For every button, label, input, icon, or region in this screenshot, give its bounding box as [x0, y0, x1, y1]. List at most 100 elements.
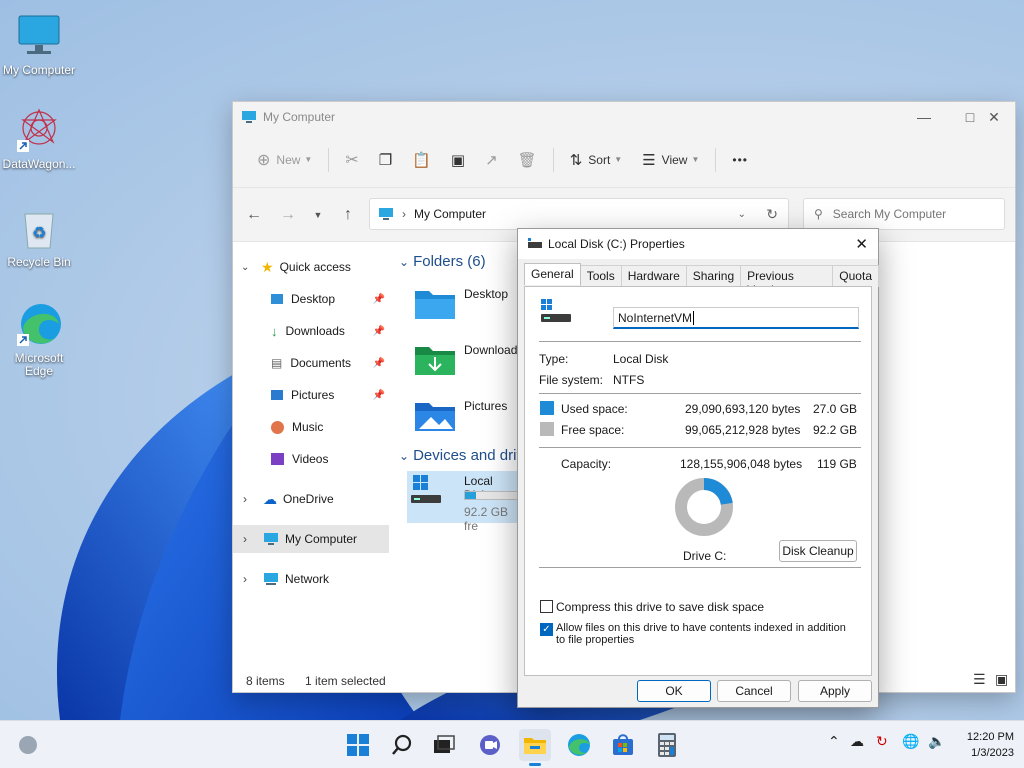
- sync-alert-icon[interactable]: ↻: [876, 733, 888, 750]
- explorer-titlebar[interactable]: My Computer: [233, 102, 1015, 132]
- close-button[interactable]: ✕: [971, 102, 1017, 132]
- chevron-right-icon: ›: [243, 572, 247, 586]
- details-view-icon[interactable]: ☰: [973, 671, 986, 688]
- new-button[interactable]: ⊕ New ▼: [247, 144, 322, 176]
- pin-icon[interactable]: 📌: [373, 390, 385, 401]
- pin-icon[interactable]: 📌: [373, 326, 385, 337]
- index-checkbox[interactable]: ✓: [540, 623, 553, 636]
- minimize-button[interactable]: —: [901, 102, 947, 132]
- desktop-icon-datawagon[interactable]: DataWagon...: [1, 106, 77, 171]
- calculator-icon: [658, 733, 676, 757]
- divider: [539, 341, 861, 342]
- globe-icon[interactable]: 🌐: [902, 733, 919, 750]
- dialog-titlebar[interactable]: Local Disk (C:) Properties ✕: [518, 229, 878, 259]
- forward-button[interactable]: →: [271, 206, 305, 224]
- address-bar[interactable]: › My Computer ⌄ ↻: [369, 198, 789, 230]
- tab-previous-versions[interactable]: Previous Versions: [740, 265, 834, 297]
- ok-button[interactable]: OK: [637, 680, 711, 702]
- chevron-right-icon: ›: [243, 492, 247, 506]
- edge-taskbar-button[interactable]: [563, 729, 595, 761]
- command-bar: ⊕ New ▼ ✂ ❐ 📋 ▣ ↗ 🗑 ⇅ Sort ▼ ☰ View ▼ ••…: [233, 132, 1015, 188]
- view-button[interactable]: ☰ View ▼: [632, 144, 709, 176]
- disk-cleanup-button[interactable]: Disk Cleanup: [779, 540, 857, 562]
- folders-group-header[interactable]: ⌄ Folders (6): [399, 253, 486, 270]
- folder-tile-desktop[interactable]: Desktop: [413, 283, 523, 327]
- nav-onedrive[interactable]: › ☁ OneDrive: [233, 485, 389, 513]
- monitor-icon: [264, 533, 278, 545]
- refresh-icon[interactable]: ↻: [766, 206, 778, 223]
- index-label: Allow files on this drive to have conten…: [556, 622, 846, 646]
- free-space-bytes: 99,065,212,928 bytes: [685, 423, 801, 437]
- store-button[interactable]: [607, 729, 639, 761]
- back-button[interactable]: ←: [237, 206, 271, 224]
- download-icon: ↓: [271, 323, 278, 339]
- compress-checkbox[interactable]: [540, 600, 553, 613]
- pin-icon[interactable]: 📌: [373, 294, 385, 305]
- chevron-down-icon[interactable]: ⌄: [738, 209, 746, 220]
- chat-icon: [480, 735, 500, 755]
- chevron-down-icon: ▼: [614, 155, 623, 164]
- share-button[interactable]: ↗: [475, 144, 508, 176]
- search-button[interactable]: [386, 729, 418, 761]
- desktop-icon-my-computer[interactable]: My Computer: [1, 12, 77, 77]
- desktop-icon-edge[interactable]: Microsoft Edge: [1, 300, 77, 378]
- close-icon[interactable]: ✕: [855, 235, 868, 253]
- tab-sharing[interactable]: Sharing: [685, 265, 742, 287]
- desktop-icon-recycle-bin[interactable]: ♻ Recycle Bin: [1, 204, 77, 269]
- nav-videos[interactable]: Videos: [233, 445, 389, 473]
- weather-icon: [19, 736, 37, 754]
- tab-hardware[interactable]: Hardware: [620, 265, 687, 287]
- monitor-icon: [15, 12, 63, 60]
- type-label: Type:: [539, 352, 569, 366]
- cut-button[interactable]: ✂: [335, 144, 368, 176]
- tab-general[interactable]: General: [524, 263, 581, 285]
- system-clock[interactable]: 12:20 PM 1/3/2023: [967, 729, 1014, 761]
- search-icon: ⚲: [814, 207, 823, 221]
- drive-tile-local-disk[interactable]: Local Disk 92.2 GB fre: [407, 471, 519, 533]
- paste-button[interactable]: 📋: [402, 144, 441, 176]
- recent-locations-button[interactable]: ▼: [305, 210, 331, 220]
- rename-button[interactable]: ▣: [441, 144, 475, 176]
- nav-pictures[interactable]: Pictures 📌: [233, 381, 389, 409]
- more-options-button[interactable]: •••: [722, 144, 758, 176]
- volume-icon[interactable]: 🔈: [928, 733, 945, 750]
- network-disconnected-icon[interactable]: ☁: [850, 733, 864, 750]
- calculator-button[interactable]: [651, 729, 683, 761]
- nav-network[interactable]: › Network: [233, 565, 389, 593]
- nav-music[interactable]: Music: [233, 413, 389, 441]
- volume-name-input[interactable]: NoInternetVM: [613, 307, 859, 329]
- pin-icon[interactable]: 📌: [373, 358, 385, 369]
- nav-my-computer[interactable]: › My Computer: [233, 525, 389, 553]
- copy-button[interactable]: ❐: [369, 144, 402, 176]
- taskbar: ⌃ ☁ ↻ 🌐 🔈 12:20 PM 1/3/2023: [0, 720, 1024, 768]
- up-button[interactable]: ↑: [331, 206, 365, 224]
- start-button[interactable]: [342, 729, 374, 761]
- chevron-up-icon[interactable]: ⌃: [828, 733, 840, 750]
- task-view-button[interactable]: [428, 729, 460, 761]
- toolbar-separator: [552, 147, 554, 172]
- sort-button[interactable]: ⇅ Sort ▼: [560, 144, 633, 176]
- windows-drive-icon: [541, 299, 571, 322]
- search-input[interactable]: ⚲ Search My Computer: [803, 198, 1005, 230]
- nav-desktop[interactable]: Desktop 📌: [233, 285, 389, 313]
- nav-downloads[interactable]: ↓ Downloads 📌: [233, 317, 389, 345]
- tab-tools[interactable]: Tools: [579, 265, 622, 287]
- folder-tile-downloads[interactable]: Download: [413, 339, 523, 383]
- tiles-view-icon[interactable]: ▣: [995, 671, 1008, 688]
- used-space-gb: 27.0 GB: [813, 402, 858, 416]
- tab-quota[interactable]: Quota: [832, 265, 879, 287]
- cancel-button[interactable]: Cancel: [717, 680, 791, 702]
- drive-usage-fill: [465, 492, 477, 499]
- delete-button[interactable]: 🗑: [508, 144, 547, 176]
- widgets-button[interactable]: [12, 729, 44, 761]
- file-explorer-taskbar-button[interactable]: [519, 729, 551, 766]
- nav-quick-access[interactable]: ⌄ ★ Quick access: [233, 253, 389, 281]
- filesystem-label: File system:: [539, 373, 604, 387]
- folder-tile-pictures[interactable]: Pictures: [413, 395, 523, 439]
- devices-group-header[interactable]: ⌄ Devices and driv: [399, 447, 524, 464]
- search-icon: [392, 734, 412, 755]
- chat-button[interactable]: [474, 729, 506, 761]
- chevron-down-icon: ▼: [304, 155, 313, 164]
- nav-documents[interactable]: ▤ Documents 📌: [233, 349, 389, 377]
- apply-button[interactable]: Apply: [798, 680, 872, 702]
